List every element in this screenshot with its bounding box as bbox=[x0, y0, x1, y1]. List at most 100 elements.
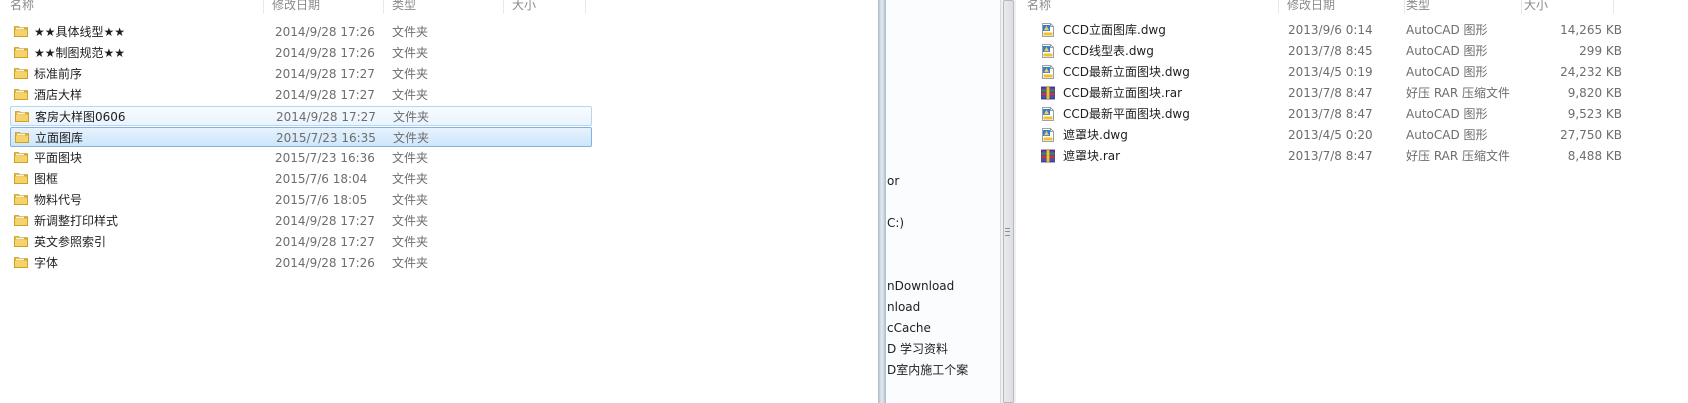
col-header-size[interactable]: 大小 bbox=[1524, 0, 1614, 14]
dwg-icon bbox=[1042, 23, 1054, 37]
nav-tree-item[interactable]: or bbox=[887, 171, 899, 191]
col-header-size[interactable]: 大小 bbox=[512, 0, 586, 14]
file-row[interactable]: 遮罩块.dwg 2013/4/5 0:20 AutoCAD 图形 27,750 KB bbox=[1026, 125, 1626, 145]
nav-tree-item[interactable]: cCache bbox=[887, 318, 931, 338]
item-type: 好压 RAR 压缩文件 bbox=[1406, 86, 1511, 100]
vertical-scrollbar[interactable] bbox=[1000, 0, 1016, 403]
folder-name: 新调整打印样式 bbox=[34, 214, 119, 228]
left-file-list: 名称 修改日期 类型 大小 ★★具体线型★★ 2014/9/28 17:26 文件夹… bbox=[0, 0, 878, 403]
col-header-name[interactable]: 名称 bbox=[1027, 0, 1279, 14]
col-header-type[interactable]: 类型 bbox=[1406, 0, 1522, 14]
modified-date: 2014/9/28 17:27 bbox=[275, 235, 375, 249]
folder-name: 立面图库 bbox=[35, 131, 84, 145]
file-row[interactable]: CCD线型表.dwg 2013/7/8 8:45 AutoCAD 图形 299 KB bbox=[1026, 41, 1626, 61]
scrollbar-thumb[interactable] bbox=[1003, 0, 1014, 403]
folder-name: 物料代号 bbox=[34, 193, 83, 207]
folder-row[interactable]: 英文参照索引 2014/9/28 17:27 文件夹 bbox=[10, 232, 592, 252]
folder-row[interactable]: ★★制图规范★★ 2014/9/28 17:26 文件夹 bbox=[10, 43, 592, 63]
modified-date: 2014/9/28 17:27 bbox=[275, 88, 375, 102]
dwg-icon bbox=[1042, 44, 1054, 58]
item-type: 文件夹 bbox=[392, 25, 429, 39]
modified-date: 2014/9/28 17:26 bbox=[275, 256, 375, 270]
modified-date: 2014/9/28 17:27 bbox=[275, 214, 375, 228]
pane-splitter[interactable] bbox=[878, 0, 886, 403]
item-type: 好压 RAR 压缩文件 bbox=[1406, 149, 1511, 163]
folder-name: 平面图块 bbox=[34, 151, 83, 165]
folder-row[interactable]: 字体 2014/9/28 17:26 文件夹 bbox=[10, 253, 592, 273]
nav-tree-item[interactable]: nDownload bbox=[887, 276, 954, 296]
item-type: 文件夹 bbox=[392, 172, 429, 186]
item-type: AutoCAD 图形 bbox=[1406, 128, 1488, 142]
nav-tree-item[interactable]: C:) bbox=[887, 213, 904, 233]
item-type: 文件夹 bbox=[392, 67, 429, 81]
modified-date: 2015/7/23 16:36 bbox=[275, 151, 375, 165]
nav-tree-item[interactable]: D室内施工个案 bbox=[887, 360, 968, 380]
folder-row[interactable]: 标准前序 2014/9/28 17:27 文件夹 bbox=[10, 64, 592, 84]
item-type: 文件夹 bbox=[393, 110, 430, 124]
modified-date: 2013/7/8 8:47 bbox=[1288, 107, 1373, 121]
folder-row[interactable]: 酒店大样 2014/9/28 17:27 文件夹 bbox=[10, 85, 592, 105]
folder-name: 标准前序 bbox=[34, 67, 83, 81]
folder-icon bbox=[14, 68, 28, 79]
folder-name: 酒店大样 bbox=[34, 88, 83, 102]
file-size: 27,750 KB bbox=[1560, 128, 1622, 142]
file-name: 遮罩块.dwg bbox=[1063, 128, 1128, 142]
dwg-icon bbox=[1042, 128, 1054, 142]
folder-name: 客房大样图0606 bbox=[35, 110, 126, 124]
folder-name: ★★具体线型★★ bbox=[34, 25, 126, 39]
file-row[interactable]: CCD最新立面图块.dwg 2013/4/5 0:19 AutoCAD 图形 24,2… bbox=[1026, 62, 1626, 82]
file-row[interactable]: 遮罩块.rar 2013/7/8 8:47 好压 RAR 压缩文件 8,488 KB bbox=[1026, 146, 1626, 166]
col-header-date[interactable]: 修改日期 bbox=[1287, 0, 1405, 14]
nav-tree-item[interactable]: D 学习资料 bbox=[887, 339, 948, 359]
file-size: 14,265 KB bbox=[1560, 23, 1622, 37]
modified-date: 2013/9/6 0:14 bbox=[1288, 23, 1373, 37]
folder-icon bbox=[14, 26, 28, 37]
folder-row[interactable]: 平面图块 2015/7/23 16:36 文件夹 bbox=[10, 148, 592, 168]
folder-row[interactable]: 立面图库 2015/7/23 16:35 文件夹 bbox=[10, 127, 592, 147]
folder-row[interactable]: 物料代号 2015/7/6 18:05 文件夹 bbox=[10, 190, 592, 210]
folder-row[interactable]: ★★具体线型★★ 2014/9/28 17:26 文件夹 bbox=[10, 22, 592, 42]
folder-icon bbox=[14, 215, 28, 226]
folder-row[interactable]: 图框 2015/7/6 18:04 文件夹 bbox=[10, 169, 592, 189]
col-header-type[interactable]: 类型 bbox=[392, 0, 504, 14]
item-type: AutoCAD 图形 bbox=[1406, 65, 1488, 79]
folder-row[interactable]: 客房大样图0606 2014/9/28 17:27 文件夹 bbox=[10, 106, 592, 126]
file-size: 299 KB bbox=[1579, 44, 1622, 58]
modified-date: 2014/9/28 17:26 bbox=[275, 46, 375, 60]
folder-icon bbox=[14, 257, 28, 268]
item-type: 文件夹 bbox=[393, 131, 430, 145]
folder-name: 英文参照索引 bbox=[34, 235, 107, 249]
folder-icon bbox=[14, 173, 28, 184]
folder-row[interactable]: 新调整打印样式 2014/9/28 17:27 文件夹 bbox=[10, 211, 592, 231]
item-type: 文件夹 bbox=[392, 46, 429, 60]
col-header-name[interactable]: 名称 bbox=[10, 0, 264, 14]
rar-icon bbox=[1041, 86, 1055, 100]
file-size: 8,488 KB bbox=[1567, 149, 1622, 163]
scrollbar-grip-icon bbox=[1005, 228, 1010, 236]
modified-date: 2014/9/28 17:27 bbox=[276, 110, 376, 124]
item-type: 文件夹 bbox=[392, 235, 429, 249]
modified-date: 2015/7/6 18:04 bbox=[275, 172, 368, 186]
col-header-date[interactable]: 修改日期 bbox=[272, 0, 384, 14]
file-name: CCD立面图库.dwg bbox=[1063, 23, 1166, 37]
folder-icon bbox=[14, 194, 28, 205]
right-file-list: 名称 修改日期 类型 大小 CCD立面图库.dwg 2013/9/6 0:14 Au… bbox=[1016, 0, 1688, 403]
item-type: 文件夹 bbox=[392, 88, 429, 102]
folder-icon bbox=[15, 132, 29, 143]
modified-date: 2015/7/23 16:35 bbox=[276, 131, 376, 145]
folder-icon bbox=[14, 236, 28, 247]
folder-name: ★★制图规范★★ bbox=[34, 46, 126, 60]
rar-icon bbox=[1041, 149, 1055, 163]
item-type: AutoCAD 图形 bbox=[1406, 44, 1488, 58]
file-row[interactable]: CCD最新立面图块.rar 2013/7/8 8:47 好压 RAR 压缩文件 9,8… bbox=[1026, 83, 1626, 103]
dwg-icon bbox=[1042, 65, 1054, 79]
file-row[interactable]: CCD立面图库.dwg 2013/9/6 0:14 AutoCAD 图形 14,265… bbox=[1026, 20, 1626, 40]
modified-date: 2015/7/6 18:05 bbox=[275, 193, 368, 207]
folder-name: 字体 bbox=[34, 256, 59, 270]
modified-date: 2013/7/8 8:47 bbox=[1288, 86, 1373, 100]
folder-name: 图框 bbox=[34, 172, 59, 186]
nav-tree-item[interactable]: nload bbox=[887, 297, 920, 317]
file-row[interactable]: CCD最新平面图块.dwg 2013/7/8 8:47 AutoCAD 图形 9,52… bbox=[1026, 104, 1626, 124]
item-type: 文件夹 bbox=[392, 193, 429, 207]
file-size: 9,820 KB bbox=[1567, 86, 1622, 100]
